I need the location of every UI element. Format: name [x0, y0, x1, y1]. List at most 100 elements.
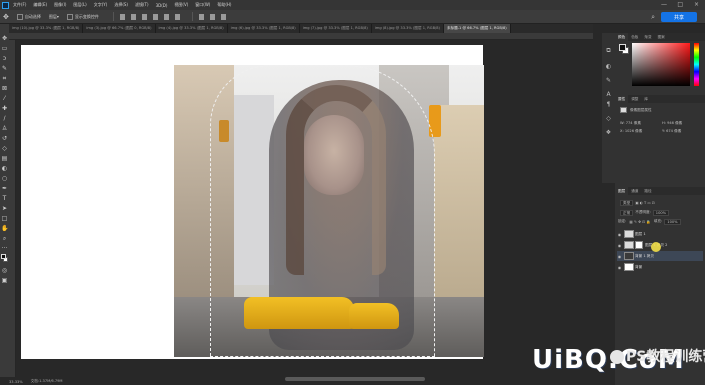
opacity-input[interactable]: 100% [652, 209, 670, 216]
type-tool-icon[interactable]: T [1, 196, 8, 202]
tab-channels[interactable]: 通道 [628, 187, 641, 195]
tab-document[interactable]: img (4).jpg @ 33.3% (图层 1, RGB/8) [156, 24, 228, 33]
history-brush-icon[interactable]: ↺ [1, 136, 8, 142]
visibility-eye-icon[interactable]: ◉ [617, 243, 622, 248]
building-right [434, 105, 484, 315]
clone-stamp-icon[interactable]: ♙ [1, 126, 8, 132]
layer-mask-thumbnail[interactable] [635, 241, 643, 249]
document-tabs: img (10).jpg @ 33.3% (图层 1, RGB/8) img (… [9, 24, 593, 33]
menu-3d[interactable]: 3D(D) [156, 3, 168, 8]
quick-mask-icon[interactable]: ◎ [1, 268, 8, 274]
zoom-tool-icon[interactable]: ⌕ [1, 236, 8, 242]
menu-window[interactable]: 窗口(W) [195, 2, 210, 8]
layer-row[interactable]: ◉ 背景 [617, 262, 703, 272]
menu-help[interactable]: 帮助(H) [217, 2, 231, 8]
tab-adjustments[interactable]: 调整 [628, 95, 641, 103]
blur-tool-icon[interactable]: ◐ [1, 166, 8, 172]
3d-panel-icon[interactable]: ❖ [605, 129, 612, 136]
share-button[interactable]: 共享 [661, 12, 697, 22]
tab-document[interactable]: img (10).jpg @ 33.3% (图层 1, RGB/8) [9, 24, 84, 33]
tab-paths[interactable]: 路径 [641, 187, 654, 195]
visibility-eye-icon[interactable]: ◉ [617, 254, 622, 259]
tab-gradients[interactable]: 渐变 [641, 33, 654, 41]
canvas-area[interactable] [16, 40, 593, 377]
menu-select[interactable]: 选择(S) [114, 2, 128, 8]
menu-file[interactable]: 文件(F) [13, 2, 26, 8]
distribute-icon[interactable] [209, 13, 215, 20]
tab-document[interactable]: img (8).jpg @ 33.3% (图层 1, RGB/8) [372, 24, 444, 33]
tab-document-active[interactable]: 未标题-1 @ 66.7% (图层 1, RGB/8) [443, 24, 511, 33]
menu-edit[interactable]: 编辑(E) [33, 2, 47, 8]
shape-tool-icon[interactable]: □ [1, 216, 8, 222]
align-right-icon[interactable] [141, 13, 147, 20]
blend-mode-select[interactable]: 正常 [620, 209, 634, 216]
tab-document[interactable]: img (6).jpg @ 33.3% (图层 1, RGB/8) [228, 24, 300, 33]
tab-properties[interactable]: 属性 [615, 95, 629, 103]
lasso-tool-icon[interactable]: ↄ [1, 56, 8, 62]
align-left-icon[interactable] [119, 13, 125, 20]
document-canvas[interactable] [21, 45, 484, 359]
auto-select-checkbox[interactable]: 自动选择 [16, 13, 41, 20]
tab-libraries[interactable]: 库 [641, 95, 651, 103]
gradient-tool-icon[interactable]: ▤ [1, 156, 8, 162]
eyedropper-tool-icon[interactable]: ⁄ [1, 96, 8, 102]
distribute-icon[interactable] [198, 13, 204, 20]
visibility-eye-icon[interactable]: ◉ [617, 265, 622, 270]
frame-tool-icon[interactable]: ⊠ [1, 86, 8, 92]
layer-row[interactable]: ◉ 图层 1 [617, 229, 703, 239]
screen-mode-icon[interactable]: ▣ [1, 278, 8, 284]
tab-layers[interactable]: 图层 [615, 187, 629, 195]
align-center-icon[interactable] [130, 13, 136, 20]
paragraph-panel-icon[interactable]: ¶ [605, 101, 612, 108]
auto-select-target[interactable]: 图层 ▾ [49, 14, 59, 20]
eraser-tool-icon[interactable]: ◇ [1, 146, 8, 152]
healing-brush-icon[interactable]: ✚ [1, 106, 8, 112]
menu-image[interactable]: 图像(I) [54, 2, 66, 8]
brush-panel-icon[interactable]: ✎ [605, 77, 612, 84]
character-panel-icon[interactable]: A [605, 91, 612, 98]
fill-input[interactable]: 100% [664, 218, 681, 225]
show-transform-checkbox[interactable]: 显示变换控件 [66, 13, 99, 20]
menu-layer[interactable]: 图层(L) [73, 2, 86, 8]
maximize-button[interactable]: □ [677, 1, 683, 8]
distribute-icon[interactable] [220, 13, 226, 20]
more-tools-icon[interactable]: … [1, 244, 8, 250]
tab-patterns[interactable]: 图案 [655, 33, 668, 41]
crop-tool-icon[interactable]: ⌗ [1, 76, 8, 82]
hue-slider[interactable] [694, 43, 699, 86]
brush-tool-icon[interactable]: ∕ [1, 116, 8, 122]
foreground-color-swatch[interactable] [1, 254, 6, 259]
zoom-level[interactable]: 33.33% [9, 380, 23, 384]
quick-select-tool-icon[interactable]: ✎ [1, 66, 8, 72]
align-top-icon[interactable] [152, 13, 158, 20]
lock-icons[interactable]: ▦ ✎ ✥ ⊡ 🔒 [629, 220, 650, 224]
dodge-tool-icon[interactable]: ○ [1, 176, 8, 182]
tab-color[interactable]: 颜色 [615, 33, 629, 41]
close-button[interactable]: × [694, 1, 699, 8]
styles-panel-icon[interactable]: ◇ [605, 115, 612, 122]
move-tool-icon[interactable]: ✥ [3, 13, 9, 21]
tab-swatches[interactable]: 色板 [628, 33, 641, 41]
filter-icons[interactable]: ▣ ◐ T ▭ ⊡ [635, 201, 655, 205]
align-middle-icon[interactable] [163, 13, 169, 20]
foreground-color-swatch[interactable] [619, 44, 626, 51]
pen-tool-icon[interactable]: ✒ [1, 186, 8, 192]
tab-document[interactable]: img (7).jpg @ 33.3% (图层 1, RGB/8) [300, 24, 372, 33]
menu-filter[interactable]: 滤镜(T) [135, 2, 149, 8]
color-picker-field[interactable] [632, 43, 690, 86]
minimize-button[interactable]: — [661, 1, 667, 8]
tab-document[interactable]: img (3).jpg @ 66.7% (图层 0, RGB/8) [83, 24, 156, 33]
marquee-tool-icon[interactable]: ▭ [1, 46, 8, 52]
history-panel-icon[interactable]: ⧉ [605, 47, 612, 54]
search-icon[interactable]: ⌕ [651, 13, 655, 22]
layer-row-selected[interactable]: ◉ 背景 1 拷贝 [617, 251, 703, 261]
visibility-eye-icon[interactable]: ◉ [617, 232, 622, 237]
hand-tool-icon[interactable]: ✋ [1, 226, 8, 232]
align-bottom-icon[interactable] [174, 13, 180, 20]
move-tool-icon[interactable]: ✥ [1, 36, 8, 42]
layer-filter-select[interactable]: 类型 [620, 199, 634, 206]
menu-type[interactable]: 文字(Y) [94, 2, 108, 8]
adjustments-panel-icon[interactable]: ◐ [605, 63, 612, 70]
menu-view[interactable]: 视图(V) [174, 2, 188, 8]
path-select-icon[interactable]: ➤ [1, 206, 8, 212]
